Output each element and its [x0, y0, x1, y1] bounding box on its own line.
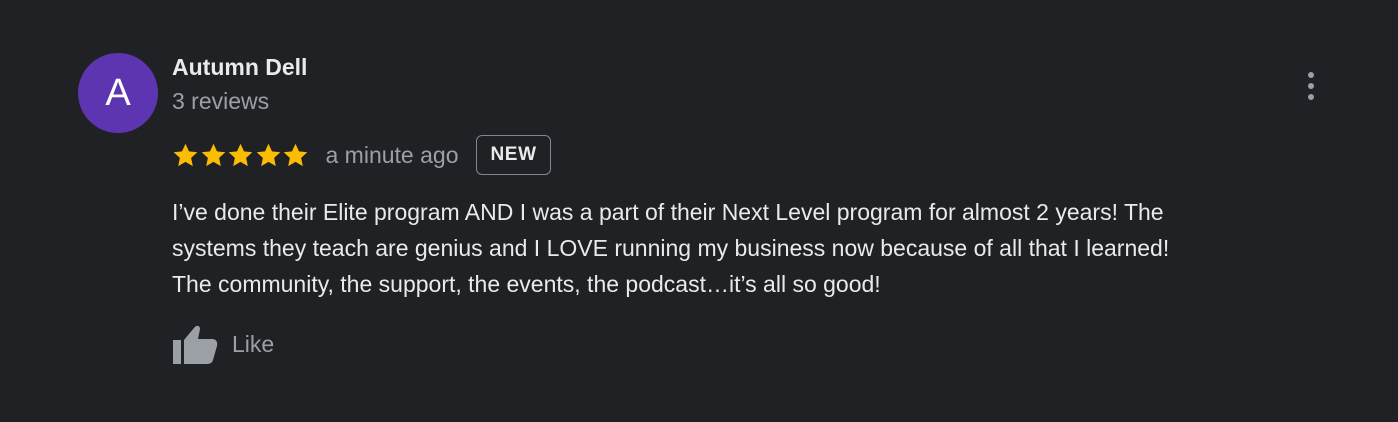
author-review-count: 3 reviews: [172, 88, 270, 114]
like-button[interactable]: Like: [172, 322, 274, 366]
like-label: Like: [232, 330, 275, 357]
star-icon: [283, 143, 308, 166]
star-icon: [201, 143, 225, 166]
author-name[interactable]: Autumn Dell: [172, 54, 307, 81]
new-badge: NEW: [476, 135, 551, 175]
review-text: I’ve done their Elite program AND I was …: [172, 199, 1170, 297]
star-rating: [172, 134, 310, 176]
thumb-up-icon: [173, 325, 218, 364]
review-card: A Autumn Dell 3 reviews a minute ago NEW…: [0, 0, 1398, 422]
review-meta-row: a minute ago NEW: [172, 134, 551, 176]
star-icon: [228, 143, 253, 166]
avatar[interactable]: A: [78, 53, 158, 133]
more-vert-icon-dot: [1308, 94, 1314, 100]
more-vert-icon: [1308, 72, 1314, 78]
review-timestamp: a minute ago: [325, 141, 459, 168]
star-icon: [173, 143, 198, 166]
more-options-button[interactable]: [1296, 66, 1328, 106]
star-icon: [256, 143, 280, 166]
more-vert-icon-dot: [1308, 83, 1314, 89]
